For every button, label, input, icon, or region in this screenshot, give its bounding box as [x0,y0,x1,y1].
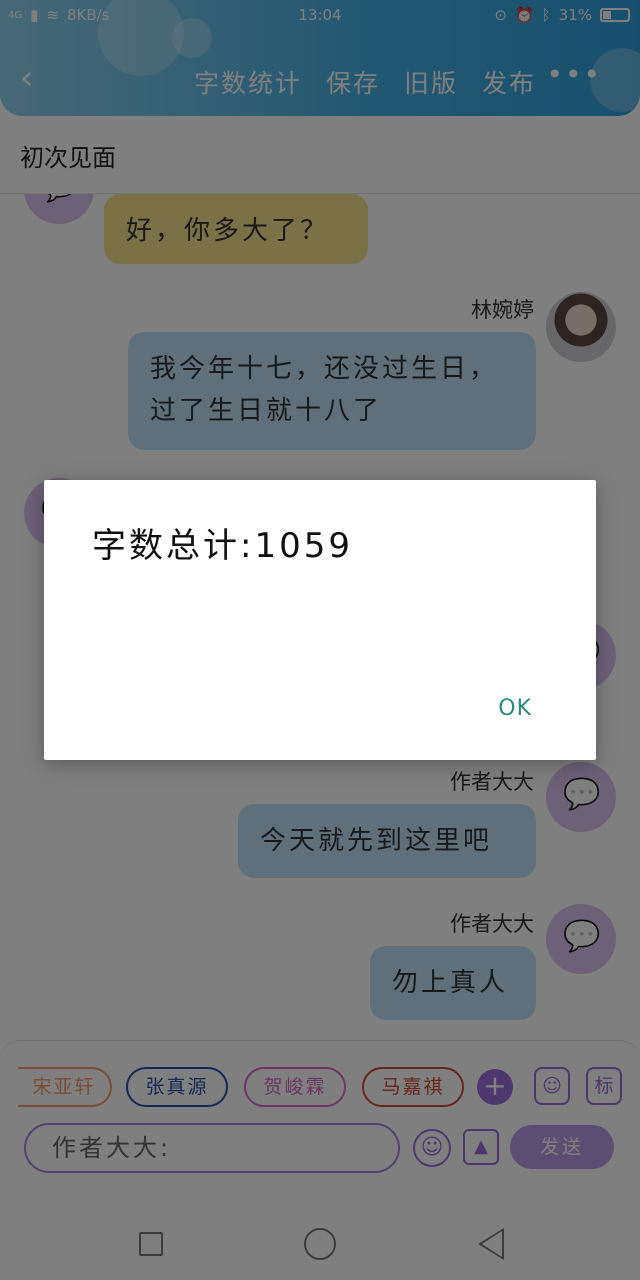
word-count-dialog: 字数总计:1059 OK [44,480,596,760]
dialog-message: 字数总计:1059 [92,526,353,566]
ok-button[interactable]: OK [498,696,532,721]
